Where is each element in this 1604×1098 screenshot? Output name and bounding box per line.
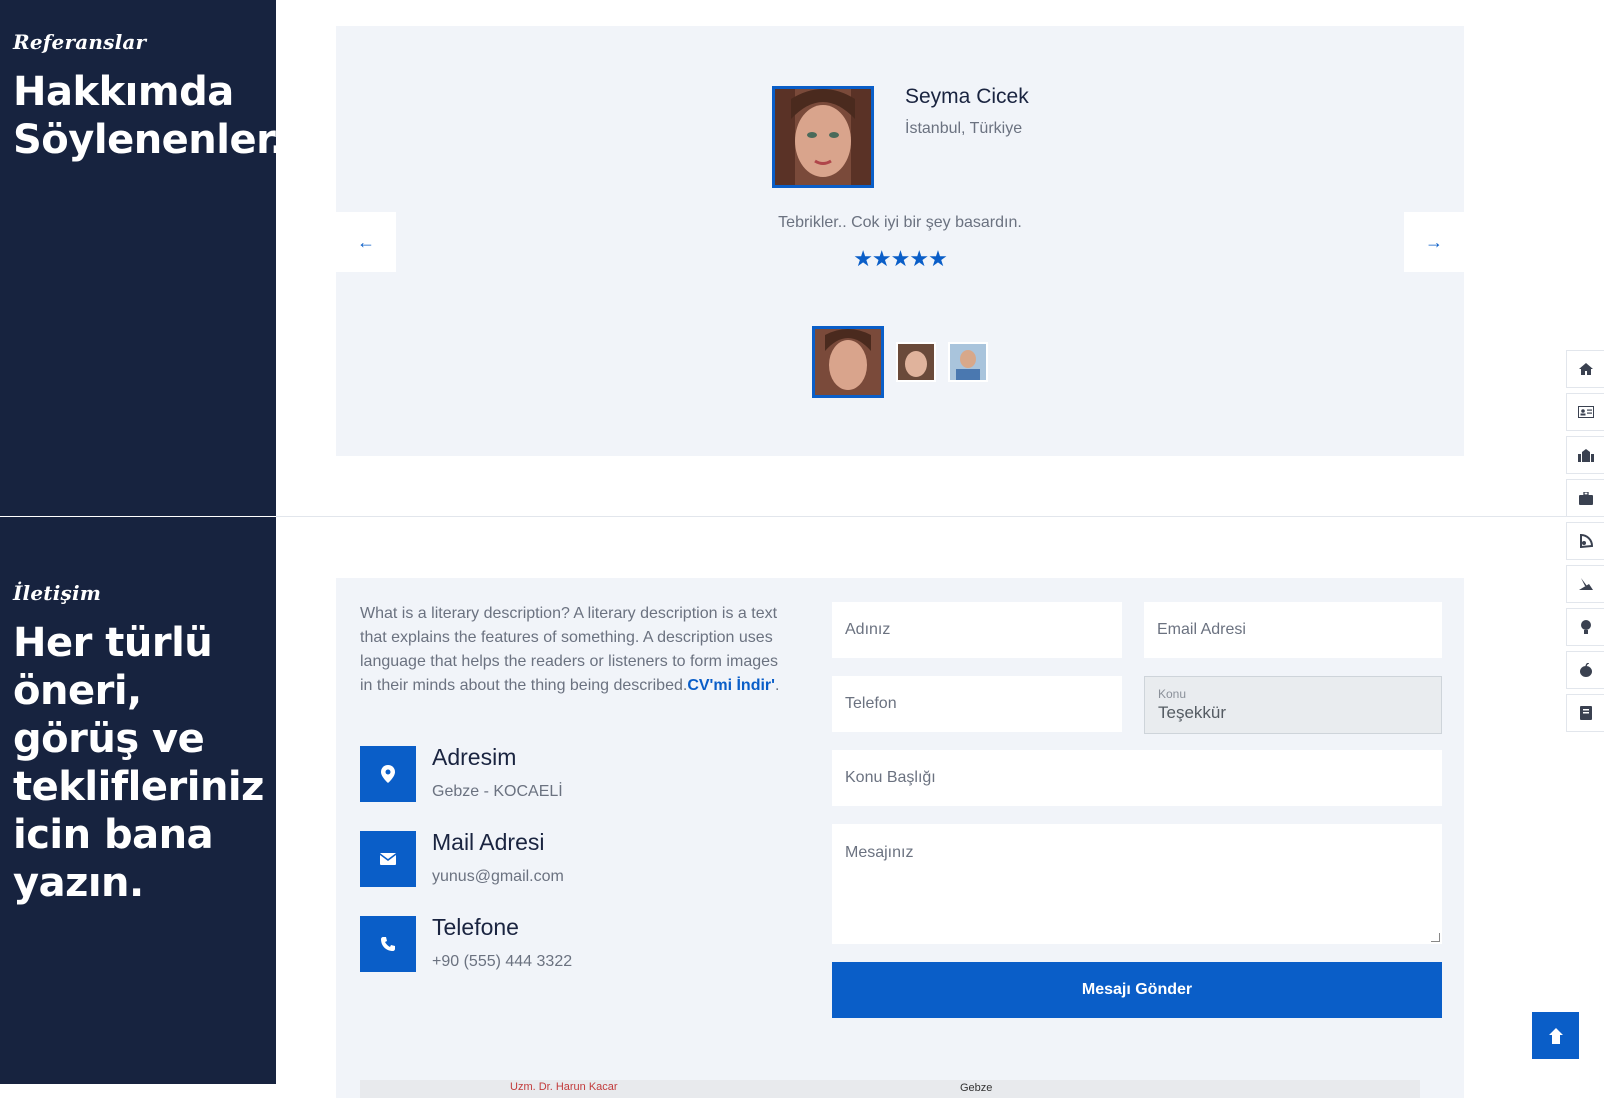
subject-select[interactable]: Konu Teşekkür — [1144, 676, 1442, 734]
resize-handle[interactable] — [1431, 933, 1440, 942]
references-eyebrow: Referanslar — [13, 30, 147, 54]
testimonial-avatar — [772, 86, 874, 188]
side-navigation — [1566, 350, 1604, 737]
skills-icon[interactable] — [1566, 522, 1604, 560]
briefcase-icon[interactable] — [1566, 479, 1604, 517]
arrow-right-icon: → — [1425, 231, 1443, 252]
arrow-left-icon: ← — [357, 231, 375, 252]
id-card-icon[interactable] — [1566, 393, 1604, 431]
contact-title: Her türlü öneri, görüş ve teklifleriniz … — [13, 620, 264, 906]
arrow-up-icon — [1548, 1027, 1563, 1044]
rating-stars: ★★★★★ — [853, 246, 948, 271]
phone-icon — [360, 916, 416, 972]
testimonial-quote: Tebrikler.. Cok iyi bir şey basardın. — [778, 214, 1022, 231]
contact-item-value: yunus@gmail.com — [432, 868, 564, 885]
contact-item-title: Mail Adresi — [432, 829, 545, 855]
subject-value: Teşekkür — [1158, 703, 1227, 722]
subject-title-placeholder: Konu Başlığı — [845, 769, 936, 786]
send-message-button[interactable]: Mesajı Gönder — [832, 962, 1442, 1018]
contact-panel: What is a literary description? A litera… — [336, 578, 1464, 1098]
contact-item-title: Telefone — [432, 914, 519, 940]
contact-item-value: +90 (555) 444 3322 — [432, 953, 573, 970]
phone-input[interactable]: Telefon — [832, 676, 1122, 732]
contact-item-address: Adresim Gebze - KOCAELİ — [360, 744, 563, 802]
testimonial-name: Seyma Cicek — [905, 85, 1029, 108]
email-input[interactable]: Email Adresi — [1144, 602, 1442, 658]
cv-download-link[interactable]: CV'mi İndir' — [687, 677, 775, 694]
lightbulb-icon[interactable] — [1566, 608, 1604, 646]
contact-description: What is a literary description? A litera… — [360, 602, 780, 698]
references-title: Hakkımda Söylenenler... — [13, 69, 314, 163]
phone-placeholder: Telefon — [845, 695, 897, 712]
email-placeholder: Email Adresi — [1157, 621, 1246, 638]
apple-icon[interactable] — [1566, 651, 1604, 689]
references-sidebar: Referanslar Hakkımda Söylenenler... — [0, 0, 314, 516]
book-icon[interactable] — [1566, 694, 1604, 732]
contact-item-title: Adresim — [432, 744, 517, 770]
contact-eyebrow: İletişim — [13, 581, 102, 605]
message-placeholder: Mesajınız — [845, 844, 914, 861]
contact-item-phone: Telefone +90 (555) 444 3322 — [360, 914, 573, 972]
contact-item-value: Gebze - KOCAELİ — [432, 783, 563, 800]
envelope-icon — [360, 831, 416, 887]
testimonial-thumb-1[interactable] — [812, 326, 884, 398]
section-divider — [276, 516, 1604, 517]
prev-testimonial-button[interactable]: ← — [336, 212, 396, 272]
testimonial-panel: Seyma Cicek İstanbul, Türkiye Tebrikler.… — [336, 26, 1464, 456]
testimonial-thumbnails — [336, 326, 1464, 398]
message-textarea[interactable]: Mesajınız — [832, 824, 1442, 944]
testimonial-thumb-3[interactable] — [948, 342, 988, 382]
school-icon[interactable] — [1566, 436, 1604, 474]
map-embed[interactable]: Uzm. Dr. Harun Kacar Gebze — [360, 1080, 1420, 1098]
home-icon[interactable] — [1566, 350, 1604, 388]
services-icon[interactable] — [1566, 565, 1604, 603]
testimonial-thumb-2[interactable] — [896, 342, 936, 382]
contact-item-mail: Mail Adresi yunus@gmail.com — [360, 829, 564, 887]
location-pin-icon — [360, 746, 416, 802]
subject-label: Konu — [1158, 687, 1187, 701]
contact-sidebar: İletişim Her türlü öneri, görüş ve tekli… — [0, 517, 276, 1084]
next-testimonial-button[interactable]: → — [1404, 212, 1464, 272]
map-label-clinic: Uzm. Dr. Harun Kacar — [510, 1081, 618, 1093]
description-end: . — [774, 677, 780, 694]
name-placeholder: Adınız — [845, 621, 891, 638]
subject-title-input[interactable]: Konu Başlığı — [832, 750, 1442, 806]
back-to-top-button[interactable] — [1532, 1012, 1579, 1059]
name-input[interactable]: Adınız — [832, 602, 1122, 658]
testimonial-location: İstanbul, Türkiye — [905, 120, 1023, 137]
